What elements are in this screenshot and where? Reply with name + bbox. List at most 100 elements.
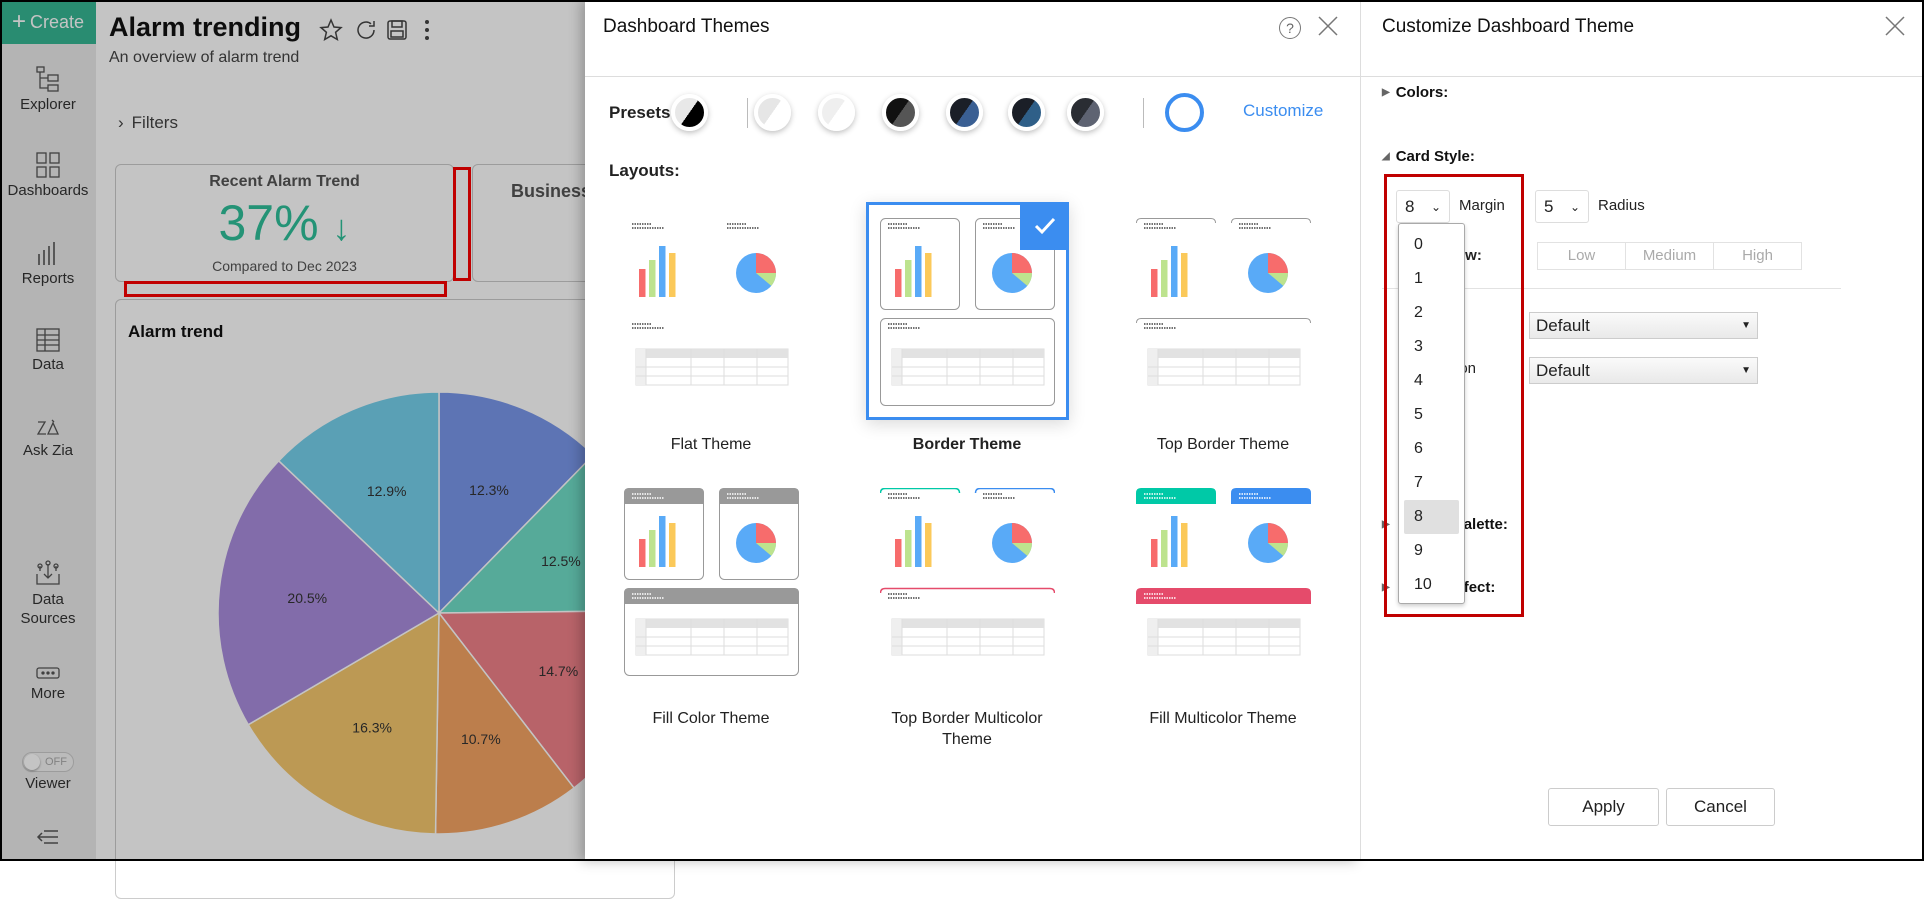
thumb-card (1136, 488, 1216, 504)
thumb-card (1136, 318, 1311, 329)
modal-overlay[interactable] (0, 0, 585, 861)
preset-theme-5[interactable] (946, 94, 983, 131)
thumb-bar (925, 523, 932, 567)
thumb-table (891, 348, 1045, 386)
thumb-bar (1161, 530, 1168, 567)
radius-select[interactable]: 5 ⌄ (1535, 190, 1589, 223)
layout-label: Flat Theme (670, 436, 752, 453)
header-divider (1361, 76, 1924, 77)
thumb-table (635, 348, 789, 386)
layout-thumbnail (1136, 218, 1311, 386)
thumb-bar (895, 539, 902, 567)
thumb-table (1147, 618, 1301, 656)
thumb-bar (905, 530, 912, 567)
preset-divider (747, 98, 748, 128)
thumb-table (1147, 348, 1301, 386)
layout-topmulti-theme[interactable] (879, 487, 1056, 676)
thumb-bar (659, 246, 666, 297)
close-icon[interactable] (1316, 14, 1340, 43)
layout-label: Fill Multicolor Theme (1149, 710, 1297, 727)
preset-theme-2[interactable] (754, 94, 791, 131)
style-select-2[interactable]: Default ▼ (1529, 357, 1758, 384)
header-divider (585, 76, 1360, 77)
thumb-table (891, 618, 1045, 656)
thumb-card (1136, 588, 1311, 604)
thumb-bar (915, 246, 922, 297)
thumb-bar (915, 516, 922, 567)
thumb-bar (925, 253, 932, 297)
thumb-card (1231, 218, 1311, 229)
thumb-bar (649, 260, 656, 297)
cancel-button[interactable]: Cancel (1666, 788, 1775, 826)
customize-theme-panel: Customize Dashboard Theme ▶ Colors: ◢ Card… (1360, 0, 1924, 861)
thumb-card (1136, 218, 1216, 229)
thumb-bar (1181, 253, 1188, 297)
style-select-1[interactable]: Default ▼ (1529, 312, 1758, 339)
preset-theme-7[interactable] (1067, 94, 1104, 131)
thumb-bar (1151, 539, 1158, 567)
thumb-table (635, 618, 789, 656)
thumb-card (1231, 488, 1311, 504)
colors-section-toggle[interactable]: ▶ Colors: (1382, 84, 1448, 101)
thumb-bar (659, 516, 666, 567)
layout-label: Fill Color Theme (652, 710, 770, 727)
layout-flat-theme[interactable] (624, 218, 799, 406)
annotation-highlight-card-style (1384, 174, 1524, 617)
help-icon[interactable]: ? (1279, 17, 1301, 39)
thumb-bar (639, 539, 646, 567)
close-icon[interactable] (1883, 14, 1907, 43)
preset-theme-6[interactable] (1008, 94, 1045, 131)
layout-label: Top Border Multicolor Theme (891, 710, 1043, 748)
preset-theme-1[interactable] (671, 94, 708, 131)
layout-thumbnail (879, 487, 1056, 656)
dropdown-arrow-icon: ▼ (1741, 320, 1751, 331)
layouts-label: Layouts: (609, 161, 680, 180)
preset-divider (1143, 98, 1144, 128)
thumb-card (632, 323, 664, 329)
preset-theme-3[interactable] (818, 94, 855, 131)
thumb-bar (1171, 516, 1178, 567)
annotation-highlight-margin-horizontal (124, 281, 447, 297)
shadow-option-high[interactable]: High (1714, 243, 1801, 269)
thumb-bar (649, 530, 656, 567)
radius-label: Radius (1598, 197, 1645, 214)
caret-right-icon: ▶ (1382, 87, 1390, 98)
thumb-card (727, 223, 759, 229)
apply-button[interactable]: Apply (1548, 788, 1659, 826)
thumb-bar (1181, 523, 1188, 567)
customize-link[interactable]: Customize (1243, 101, 1323, 121)
custom-preset-circle[interactable] (1165, 93, 1204, 132)
card-style-section-toggle[interactable]: ◢ Card Style: (1382, 148, 1475, 165)
layout-label: Border Theme (912, 436, 1022, 453)
thumb-bar (895, 269, 902, 297)
thumb-bar (669, 523, 676, 567)
thumb-bar (639, 269, 646, 297)
thumb-card (879, 487, 961, 499)
layout-label: Top Border Theme (1156, 436, 1290, 453)
thumb-card (974, 487, 1056, 499)
annotation-highlight-margin-vertical (453, 167, 471, 281)
thumb-card (879, 587, 1056, 599)
shadow-segmented-control: Low Medium High (1537, 242, 1802, 270)
dropdown-arrow-icon: ▼ (1741, 365, 1751, 376)
caret-down-icon: ◢ (1382, 151, 1390, 162)
layout-thumbnail (632, 223, 789, 386)
checkmark-icon (1020, 202, 1069, 250)
thumb-bar (1151, 269, 1158, 297)
layout-fillmulti-theme[interactable] (1136, 488, 1311, 676)
layout-thumbnail (624, 488, 799, 676)
thumb-card (632, 223, 664, 229)
chevron-down-icon: ⌄ (1569, 199, 1580, 214)
thumb-bar (1171, 246, 1178, 297)
thumb-bar (905, 260, 912, 297)
shadow-option-medium[interactable]: Medium (1626, 243, 1714, 269)
layout-fill-theme[interactable] (624, 488, 799, 676)
thumb-bar (669, 253, 676, 297)
preset-theme-4[interactable] (882, 94, 919, 131)
layout-thumbnail (1136, 488, 1311, 656)
thumb-bar (1161, 260, 1168, 297)
dashboard-themes-panel: Dashboard Themes ? Presets: Customize La… (585, 0, 1360, 861)
shadow-option-low[interactable]: Low (1538, 243, 1626, 269)
layout-topborder-theme[interactable] (1136, 218, 1311, 406)
panel-title: Dashboard Themes (603, 16, 770, 37)
